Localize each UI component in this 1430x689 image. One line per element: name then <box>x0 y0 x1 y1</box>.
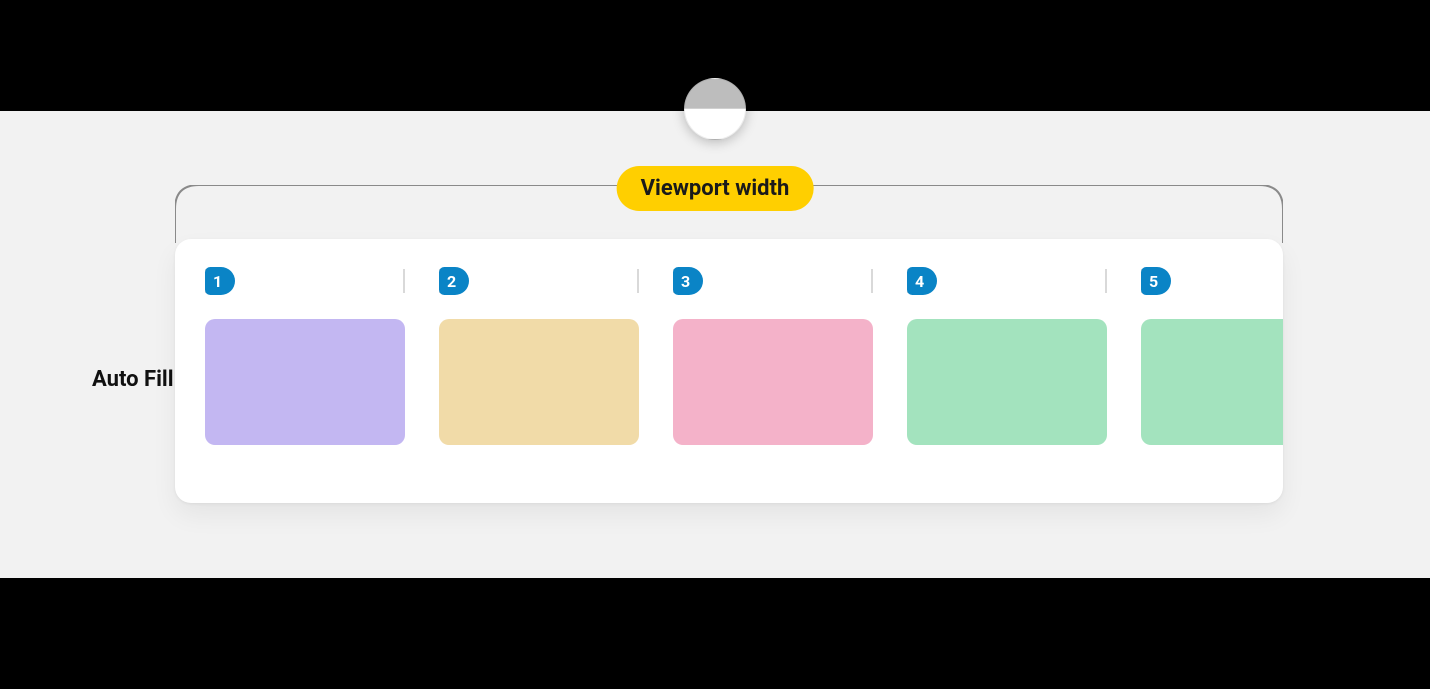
grid-cell <box>673 319 873 445</box>
column-number-badge: 4 <box>907 267 937 295</box>
column-guide-line <box>403 269 405 293</box>
column-number-badge: 2 <box>439 267 469 295</box>
grid-cell <box>907 319 1107 445</box>
column-guide-line <box>871 269 873 293</box>
viewport-width-label: Viewport width <box>617 166 814 211</box>
column-track: 123456 <box>205 269 1283 453</box>
grid-cell <box>1141 319 1283 445</box>
grid-cell <box>439 319 639 445</box>
column-guide-line <box>1105 269 1107 293</box>
auto-fill-label: Auto Fill <box>92 367 174 392</box>
grid-cell <box>205 319 405 445</box>
column-guide-line <box>637 269 639 293</box>
drag-handle-icon[interactable] <box>684 78 746 140</box>
letterbox-bottom <box>0 578 1430 689</box>
column-number-badge: 1 <box>205 267 235 295</box>
stage: Viewport width Auto Fill 123456 <box>0 111 1430 578</box>
grid-container-card: 123456 <box>175 239 1283 503</box>
column-number-badge: 3 <box>673 267 703 295</box>
column-number-badge: 5 <box>1141 267 1171 295</box>
